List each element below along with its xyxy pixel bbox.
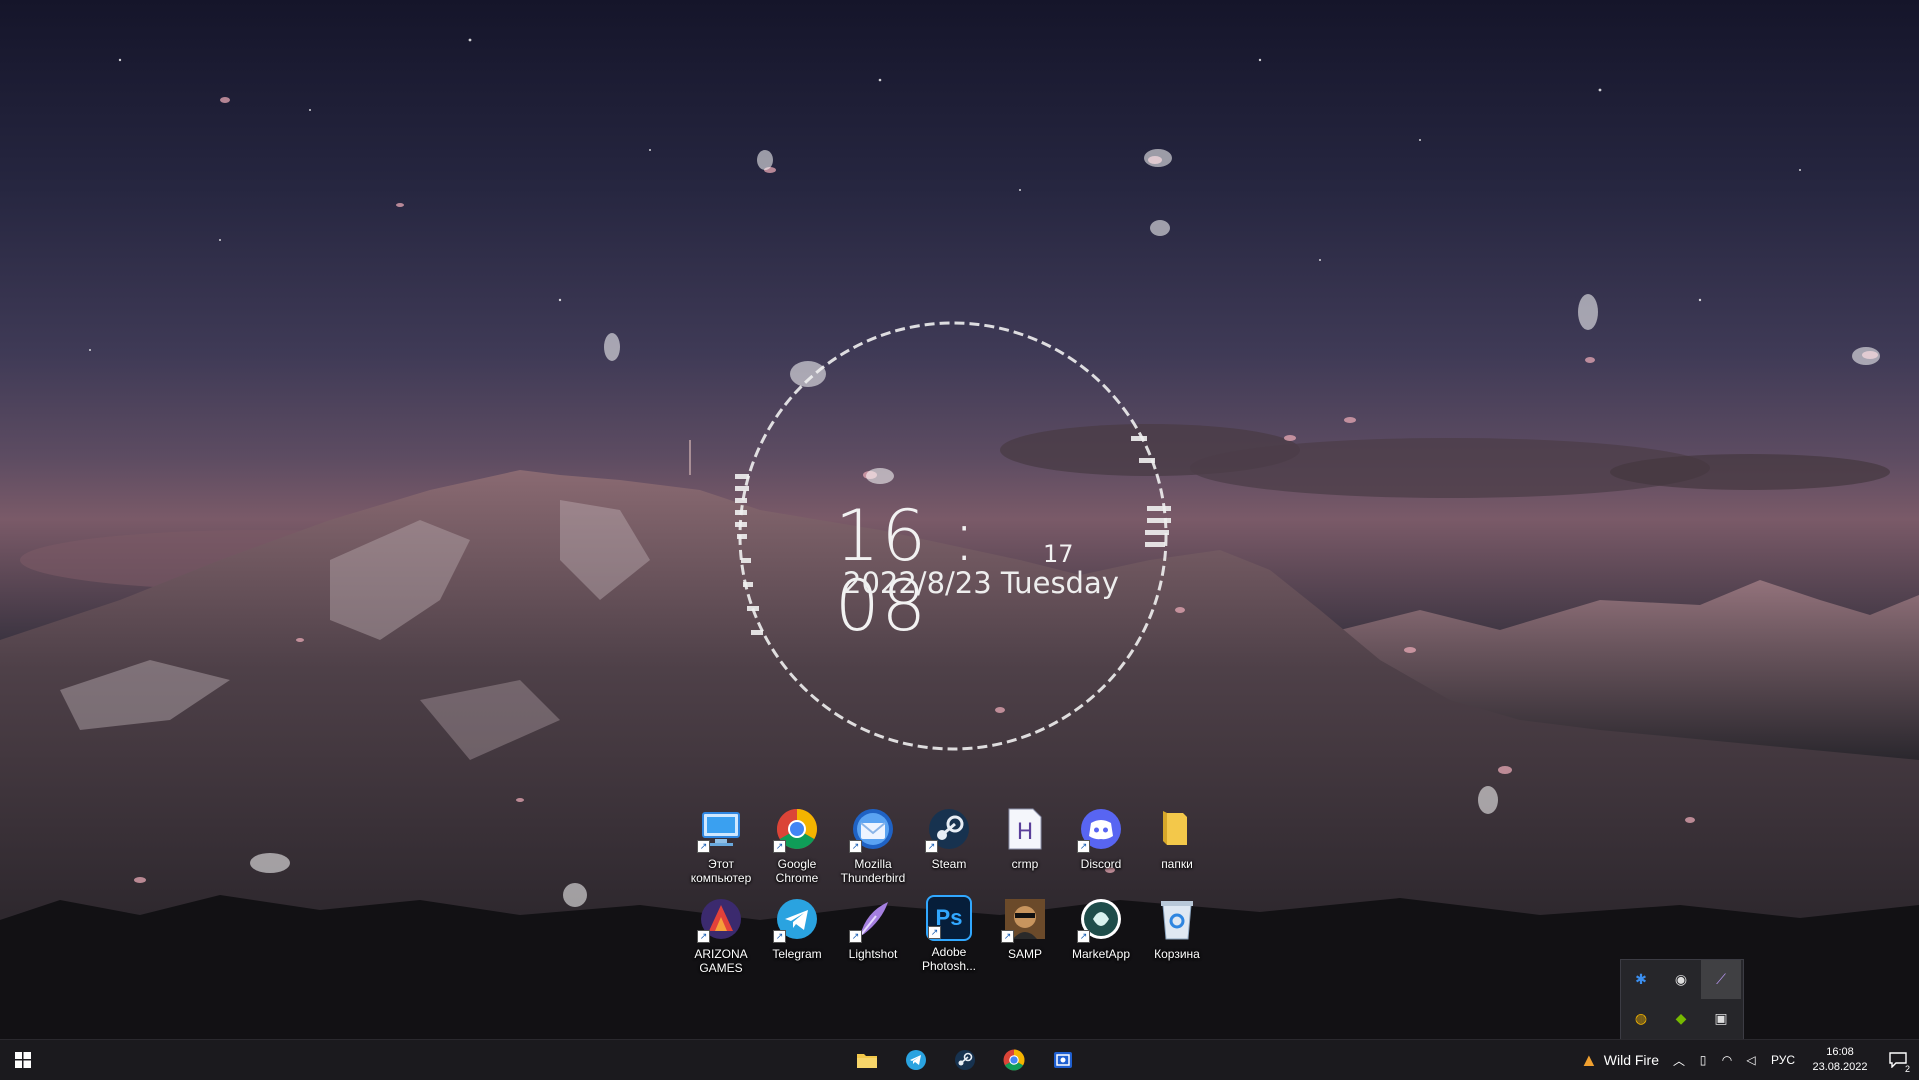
shortcut-arrow-icon: ↗	[697, 840, 710, 853]
desktop-icon-label: Adobe Photosh...	[921, 945, 977, 973]
telegram-icon: ↗	[773, 895, 821, 943]
taskbar-time: 16:08	[1826, 1046, 1854, 1058]
taskbar-screen-capture[interactable]	[1038, 1040, 1087, 1080]
nvidia-icon[interactable]: ◆	[1661, 999, 1701, 1038]
shortcut-arrow-icon: ↗	[1077, 840, 1090, 853]
desktop-icon-marketapp[interactable]: ↗ MarketApp	[1063, 895, 1139, 975]
lightshot-icon: ↗	[849, 895, 897, 943]
desktop-icon-label: Mozilla Thunderbird	[840, 857, 906, 885]
system-tray: ▲ Wild Fire ︿ ▯ ◠ ◁ РУС 16:08 23.08.2022…	[1572, 1040, 1919, 1080]
gpu-icon[interactable]: ▣	[1701, 999, 1741, 1038]
telegram-icon	[905, 1050, 926, 1070]
wifi-icon[interactable]: ◠	[1715, 1040, 1739, 1080]
bluetooth-icon[interactable]: ✱	[1621, 960, 1661, 999]
taskbar-chrome[interactable]	[989, 1040, 1038, 1080]
shortcut-arrow-icon: ↗	[773, 930, 786, 943]
shortcut-arrow-icon: ↗	[1077, 930, 1090, 943]
shortcut-arrow-icon: ↗	[849, 930, 862, 943]
taskbar-clock[interactable]: 16:08 23.08.2022	[1803, 1040, 1877, 1080]
taskbar-file-explorer[interactable]	[842, 1040, 891, 1080]
desktop-icon-telegram[interactable]: ↗ Telegram	[759, 895, 835, 975]
marketapp-icon: ↗	[1077, 895, 1125, 943]
file-explorer-icon	[856, 1054, 877, 1068]
start-button[interactable]	[0, 1040, 46, 1080]
chrome-icon: ↗	[773, 805, 821, 853]
desktop-icon-grid: ↗ Этот компьютер ↗ Google Chrome ↗ Mozil…	[683, 805, 1243, 985]
desktop-icon-steam[interactable]: ↗ Steam	[911, 805, 987, 885]
chrome-icon	[1003, 1049, 1024, 1071]
desktop-icon-lightshot[interactable]: ↗ Lightshot	[835, 895, 911, 975]
input-language[interactable]: РУС	[1763, 1040, 1803, 1080]
samp-icon: ↗	[1001, 895, 1049, 943]
desktop-icon-row: ↗ Этот компьютер ↗ Google Chrome ↗ Mozil…	[683, 805, 1243, 885]
battery-icon[interactable]: ▯	[1691, 1040, 1715, 1080]
clock-date: 2022/8/23 Tuesday	[843, 566, 1119, 600]
discord-icon: ↗	[1077, 805, 1125, 853]
desktop-icon-label: Google Chrome	[775, 857, 819, 885]
desktop-icon-arizona-games[interactable]: ↗ ARIZONA GAMES	[683, 895, 759, 975]
desktop-icon-label: crmp	[1011, 857, 1039, 871]
desktop-icon-label: Lightshot	[848, 947, 898, 961]
shortcut-arrow-icon: ↗	[849, 840, 862, 853]
chevron-up-icon: ︿	[1672, 1053, 1685, 1068]
windows-logo-icon	[15, 1052, 31, 1068]
clock-seconds: 17	[1043, 540, 1074, 568]
taskbar-date: 23.08.2022	[1812, 1061, 1868, 1073]
desktop-icon-discord[interactable]: ↗ Discord	[1063, 805, 1139, 885]
shortcut-arrow-icon: ↗	[773, 840, 786, 853]
desktop-icon-google-chrome[interactable]: ↗ Google Chrome	[759, 805, 835, 885]
taskbar: ▲ Wild Fire ︿ ▯ ◠ ◁ РУС 16:08 23.08.2022…	[0, 1039, 1919, 1080]
notification-center-button[interactable]: 2	[1877, 1040, 1919, 1080]
thunderbird-icon: ↗	[849, 805, 897, 853]
desktop-icon-folder[interactable]: папки	[1139, 805, 1215, 885]
desktop[interactable]: 16 : 08 17 2022/8/23 Tuesday ↗ Этот комп…	[0, 0, 1919, 1039]
crmp-glyph: H	[1017, 820, 1034, 845]
show-hidden-icons-button[interactable]: ︿	[1667, 1040, 1691, 1080]
recycle-bin-icon	[1153, 895, 1201, 943]
steam-icon: ↗	[925, 805, 973, 853]
shortcut-arrow-icon: ↗	[1001, 930, 1014, 943]
weather-widget[interactable]: ▲ Wild Fire	[1572, 1040, 1667, 1080]
desktop-icon-samp[interactable]: ↗ SAMP	[987, 895, 1063, 975]
desktop-icon-row: ↗ ARIZONA GAMES ↗ Telegram ↗ Lightshot P…	[683, 895, 1243, 975]
lightshot-icon[interactable]: ⟋	[1701, 960, 1741, 999]
desktop-icon-label: SAMP	[1007, 947, 1042, 961]
volume-icon[interactable]: ◁	[1739, 1040, 1763, 1080]
desktop-icon-label: ARIZONA GAMES	[694, 947, 748, 975]
tray-overflow-panel: ✱ ◉ ⟋ ◍ ◆ ▣	[1620, 959, 1744, 1039]
photoshop-icon: Ps ↗	[926, 895, 972, 941]
fire-warning-icon: ▲	[1579, 1049, 1598, 1070]
desktop-icon-label: папки	[1161, 857, 1193, 871]
shortcut-arrow-icon: ↗	[928, 926, 941, 939]
desktop-icon-adobe-photoshop[interactable]: Ps ↗ Adobe Photosh...	[911, 895, 987, 975]
taskbar-telegram[interactable]	[891, 1040, 940, 1080]
folder-icon	[1153, 805, 1201, 853]
weather-label: Wild Fire	[1603, 1052, 1659, 1068]
steam-icon[interactable]: ◉	[1661, 960, 1701, 999]
desktop-icon-this-pc[interactable]: ↗ Этот компьютер	[683, 805, 759, 885]
notification-count: 2	[1903, 1064, 1911, 1074]
desktop-icon-label: Telegram	[772, 947, 822, 961]
shortcut-arrow-icon: ↗	[697, 930, 710, 943]
desktop-icon-label: Этот компьютер	[690, 857, 752, 885]
desktop-icon-label: Discord	[1080, 857, 1122, 871]
chrome-icon[interactable]: ◍	[1621, 999, 1661, 1038]
desktop-icon-label: Корзина	[1154, 947, 1200, 961]
crmp-icon: H	[1001, 805, 1049, 853]
desktop-icon-recycle-bin[interactable]: Корзина	[1139, 895, 1215, 975]
desktop-icon-label: MarketApp	[1071, 947, 1131, 961]
arizona-games-icon: ↗	[697, 895, 745, 943]
taskbar-pinned-apps	[842, 1040, 1087, 1080]
taskbar-steam[interactable]	[940, 1040, 989, 1080]
desktop-icon-mozilla-thunderbird[interactable]: ↗ Mozilla Thunderbird	[835, 805, 911, 885]
clock-widget: 16 : 08 17 2022/8/23 Tuesday	[735, 318, 1171, 754]
screen-capture-icon	[1053, 1052, 1072, 1068]
shortcut-arrow-icon: ↗	[925, 840, 938, 853]
desktop-icon-crmp[interactable]: H crmp	[987, 805, 1063, 885]
desktop-icon-label: Steam	[931, 857, 967, 871]
steam-icon	[954, 1050, 975, 1070]
computer-icon: ↗	[697, 805, 745, 853]
